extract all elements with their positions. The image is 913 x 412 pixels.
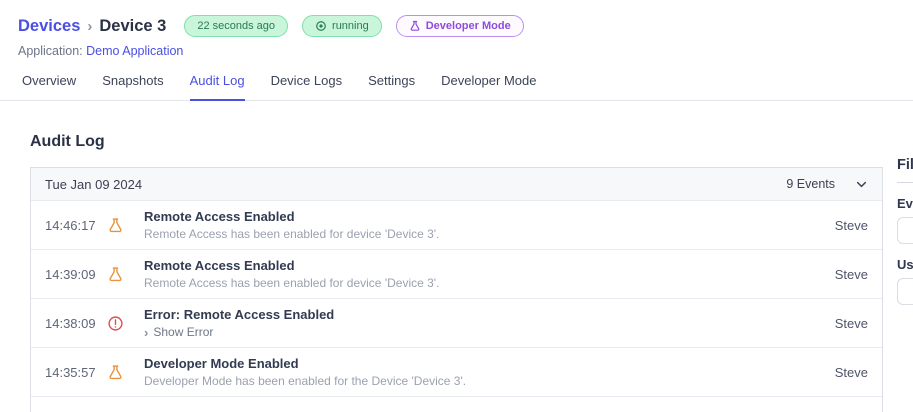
error-icon	[108, 315, 123, 331]
developer-mode-text: Developer Mode	[425, 20, 511, 32]
device-detail-page: Devices › Device 3 22 seconds ago runnin…	[0, 0, 913, 412]
collapse-group-button[interactable]	[855, 178, 868, 191]
audit-row: 14:35:57 Developer Mode Enabled Develope…	[31, 347, 882, 396]
show-error-label: Show Error	[153, 325, 214, 339]
last-seen-text: 22 seconds ago	[197, 20, 276, 32]
flask-icon	[109, 364, 122, 379]
event-user: Steve	[834, 364, 868, 380]
date-group-header[interactable]: Tue Jan 09 2024 9 Events	[31, 168, 882, 200]
events-filter-input[interactable]	[897, 217, 913, 244]
event-body: Developer Mode Enabled Developer Mode ha…	[144, 356, 466, 388]
running-icon	[316, 21, 326, 31]
event-description: Developer Mode has been enabled for the …	[144, 374, 467, 388]
event-title: Remote Access Enabled	[144, 209, 295, 224]
tab-settings[interactable]: Settings	[368, 73, 415, 101]
filter-divider	[897, 182, 913, 183]
status-badges: 22 seconds ago running Developer Mode	[184, 15, 524, 37]
flask-icon	[410, 20, 420, 31]
running-status-badge: running	[302, 15, 382, 37]
audit-row-error: 14:38:09 Error: Remote Access Enabled › …	[31, 298, 882, 347]
running-text: running	[332, 20, 369, 32]
filter-panel-title: Filter	[897, 157, 913, 173]
event-time: 14:39:09	[45, 266, 96, 282]
breadcrumb-devices-link[interactable]: Devices	[18, 17, 80, 36]
audit-row: 14:46:17 Remote Access Enabled Remote Ac…	[31, 200, 882, 249]
audit-log-table: Tue Jan 09 2024 9 Events 14:46:17 Remote…	[30, 167, 883, 412]
event-user: Steve	[834, 266, 868, 282]
user-filter-label: User	[897, 257, 913, 272]
audit-row: 14:39:09 Remote Access Enabled Remote Ac…	[31, 249, 882, 298]
event-time: 14:35:57	[45, 364, 96, 380]
breadcrumb-separator-icon: ›	[87, 17, 93, 35]
event-time: 14:38:09	[45, 315, 96, 331]
application-link[interactable]: Demo Application	[86, 44, 183, 58]
event-body: Remote Access Enabled Remote Access has …	[144, 258, 439, 290]
page-title: Audit Log	[30, 133, 105, 150]
last-seen-badge: 22 seconds ago	[184, 15, 289, 37]
user-filter-input[interactable]	[897, 278, 913, 305]
developer-mode-badge: Developer Mode	[395, 15, 524, 37]
chevron-right-icon: ›	[144, 324, 149, 340]
flask-icon	[109, 266, 122, 281]
events-count: 9 Events	[786, 177, 835, 191]
date-header-text: Tue Jan 09 2024	[45, 176, 143, 192]
date-header-right: 9 Events	[786, 177, 868, 191]
tab-bar: Overview Snapshots Audit Log Device Logs…	[0, 73, 913, 101]
main-content: Audit Log Tue Jan 09 2024 9 Events 14:46…	[0, 133, 913, 412]
tab-overview[interactable]: Overview	[22, 73, 76, 101]
breadcrumb: Devices › Device 3 22 seconds ago runnin…	[18, 14, 913, 38]
filter-panel: Filter Events User	[897, 157, 913, 305]
event-user: Steve	[834, 315, 868, 331]
event-title: Developer Mode Enabled	[144, 356, 299, 371]
chevron-down-icon	[856, 181, 867, 187]
application-row: Application: Demo Application	[18, 44, 913, 58]
event-title: Error: Remote Access Enabled	[144, 307, 335, 322]
event-body: Error: Remote Access Enabled › Show Erro…	[144, 307, 334, 339]
tab-audit-log[interactable]: Audit Log	[189, 73, 245, 101]
events-filter-label: Events	[897, 196, 913, 211]
event-title: Remote Access Enabled	[144, 258, 295, 273]
breadcrumb-current-device: Device 3	[99, 16, 167, 35]
application-label: Application:	[18, 44, 83, 58]
tab-developer-mode[interactable]: Developer Mode	[441, 73, 536, 101]
page-header: Devices › Device 3 22 seconds ago runnin…	[0, 0, 913, 58]
tab-device-logs[interactable]: Device Logs	[271, 73, 343, 101]
event-body: Remote Access Enabled Remote Access has …	[144, 209, 439, 241]
show-error-toggle[interactable]: › Show Error	[144, 325, 334, 339]
flask-icon	[109, 217, 122, 232]
event-description: Remote Access has been enabled for devic…	[144, 227, 440, 241]
event-user: Steve	[834, 217, 868, 233]
tab-snapshots[interactable]: Snapshots	[102, 73, 163, 101]
event-description: Remote Access has been enabled for devic…	[144, 276, 440, 290]
audit-row: 14:35:30 Developer Mode Disabled Steve	[31, 396, 882, 412]
event-time: 14:46:17	[45, 217, 96, 233]
